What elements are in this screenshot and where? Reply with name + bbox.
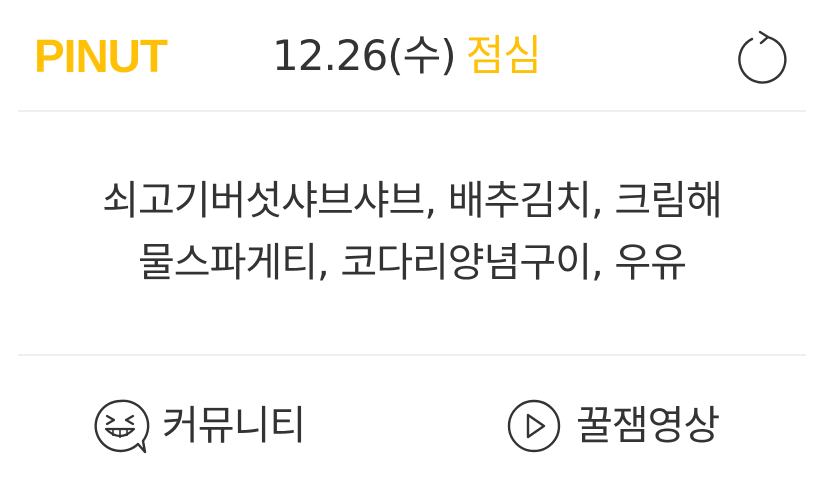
menu-line-2: 물스파게티, 코다리양념구이, 우유 bbox=[137, 240, 687, 286]
date-label: 12.26(수) bbox=[272, 31, 457, 80]
funny-video-label: 꿀잼영상 bbox=[576, 403, 720, 449]
menu-line-1: 쇠고기버섯샤브샤브, 배추김치, 크림해 bbox=[102, 178, 723, 224]
meal-menu: 쇠고기버섯샤브샤브, 배추김치, 크림해 물스파게티, 코다리양념구이, 우유 bbox=[30, 170, 794, 294]
refresh-button[interactable] bbox=[734, 30, 792, 88]
laughing-face-icon bbox=[94, 399, 150, 454]
header-divider bbox=[18, 110, 806, 112]
community-button[interactable]: 커뮤니티 bbox=[90, 394, 306, 458]
funny-video-button[interactable]: 꿀잼영상 bbox=[504, 394, 720, 458]
footer: 커뮤니티 꿀잼영상 bbox=[0, 356, 824, 497]
play-icon bbox=[507, 399, 561, 453]
date-meal-title: 12.26(수) 점심 bbox=[272, 28, 542, 84]
header: PINUT 12.26(수) 점심 bbox=[0, 0, 824, 110]
app-screen: PINUT 12.26(수) 점심 쇠고기버섯샤브샤브, 배추김치, 크림해 물스… bbox=[0, 0, 824, 497]
app-logo: PINUT bbox=[34, 30, 168, 82]
community-label: 커뮤니티 bbox=[162, 403, 306, 449]
meal-label[interactable]: 점심 bbox=[466, 31, 542, 80]
refresh-icon bbox=[738, 30, 787, 84]
